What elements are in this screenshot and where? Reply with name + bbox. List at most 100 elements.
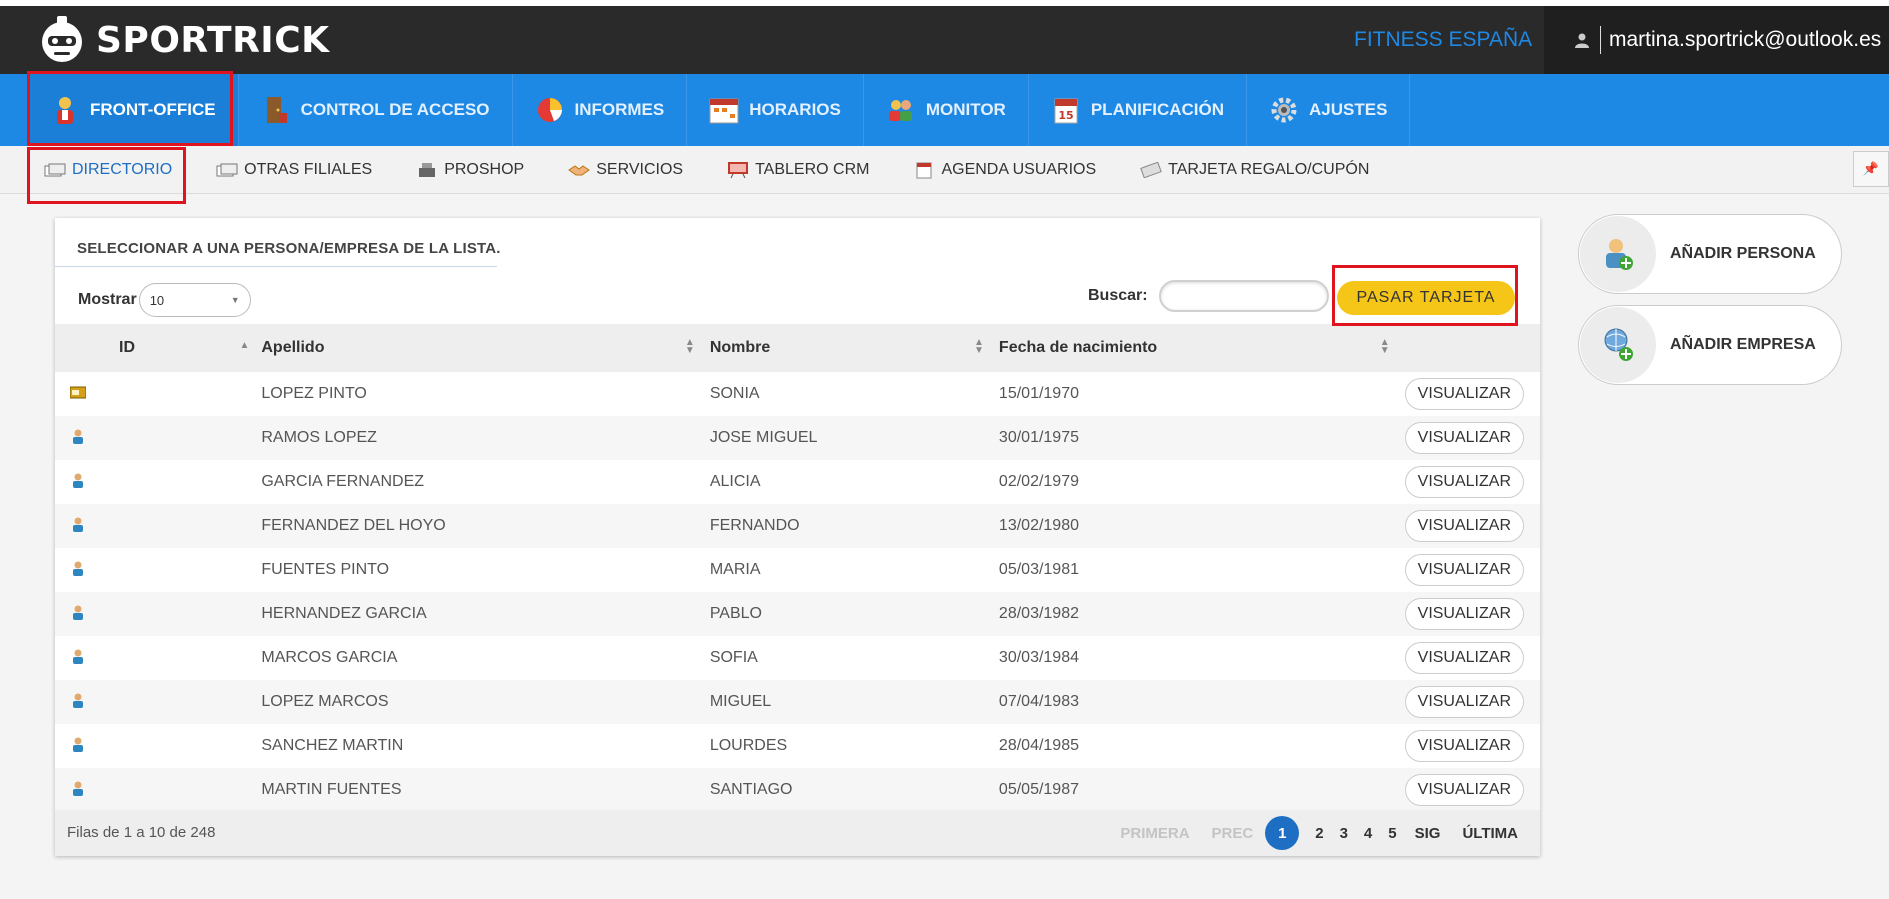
cell-actions: VISUALIZAR: [1404, 372, 1540, 416]
sub-nav: DIRECTORIO OTRAS FILIALES PROSHOP SERVIC…: [0, 146, 1889, 194]
cell-actions: VISUALIZAR: [1404, 548, 1540, 592]
view-button[interactable]: VISUALIZAR: [1404, 598, 1524, 630]
cell-actions: VISUALIZAR: [1404, 504, 1540, 548]
cell-nombre: SONIA: [709, 385, 760, 402]
nav-ajustes[interactable]: AJUSTES: [1247, 74, 1411, 146]
cell-apellido: LOPEZ PINTO: [261, 385, 367, 402]
chevron-down-icon: ▼: [230, 295, 240, 305]
cell-apellido: FUENTES PINTO: [261, 561, 390, 578]
subnav-tablero-crm[interactable]: TABLERO CRM: [727, 161, 869, 179]
table-row[interactable]: RAMOS LOPEZ JOSE MIGUEL 30/01/1975 VISUALIZ…: [55, 416, 1540, 460]
add-company-button[interactable]: AÑADIR EMPRESA: [1578, 305, 1842, 385]
view-button[interactable]: VISUALIZAR: [1404, 686, 1524, 718]
brand-name: SPORTRICK: [96, 19, 330, 61]
person-icon: [70, 517, 86, 536]
subnav-directorio[interactable]: DIRECTORIO: [44, 161, 172, 179]
page-prev[interactable]: PREC: [1212, 825, 1254, 842]
door-access-icon: [261, 94, 291, 126]
page-last[interactable]: ÚLTIMA: [1462, 825, 1518, 842]
table-row[interactable]: MARCOS GARCIA SOFIA 30/03/1984 VISUALIZAR: [55, 636, 1540, 680]
cell-nombre: SANTIAGO: [709, 781, 793, 798]
add-person-button[interactable]: AÑADIR PERSONA: [1578, 214, 1842, 294]
page-next[interactable]: SIG: [1415, 825, 1441, 842]
page-5[interactable]: 5: [1388, 825, 1396, 842]
cell-nombre: JOSE MIGUEL: [709, 429, 818, 446]
nav-informes[interactable]: INFORMES: [513, 74, 688, 146]
cell-fecha: 07/04/1983: [998, 693, 1079, 710]
column-header-apellido[interactable]: Apellido ▲ ▼: [261, 324, 709, 372]
table-row[interactable]: FERNANDEZ DEL HOYO FERNANDO 13/02/1980 VISU…: [55, 504, 1540, 548]
subnav-proshop[interactable]: PROSHOP: [416, 161, 524, 179]
receptionist-icon: [50, 94, 80, 126]
directory-panel: SELECCIONAR A UNA PERSONA/EMPRESA DE LA …: [55, 218, 1540, 856]
page-3[interactable]: 3: [1340, 825, 1348, 842]
column-header-nombre[interactable]: Nombre ▲ ▼: [710, 324, 999, 372]
table-row[interactable]: LOPEZ PINTO SONIA 15/01/1970 VISUALIZAR: [55, 372, 1540, 416]
view-button[interactable]: VISUALIZAR: [1404, 378, 1524, 410]
page-4[interactable]: 4: [1364, 825, 1372, 842]
person-icon: [70, 429, 86, 448]
nav-planificacion[interactable]: 15 PLANIFICACIÓN: [1029, 74, 1248, 146]
page-1[interactable]: 1: [1265, 816, 1300, 850]
sort-icon: ▲ ▼: [1379, 337, 1390, 356]
table-row[interactable]: GARCIA FERNANDEZ ALICIA 02/02/1979 VISUALIZ…: [55, 460, 1540, 504]
cards-icon: [216, 161, 238, 179]
page-size-select[interactable]: 10 ▼: [138, 283, 251, 317]
company-name[interactable]: FITNESS ESPAÑA: [1354, 6, 1532, 74]
table-header-row: ID ▲ Apellido ▲ ▼ Nombre ▲ ▼ Fecha de naci…: [55, 324, 1540, 372]
user-menu[interactable]: martina.sportrick@outlook.es: [1544, 6, 1889, 74]
nav-control-de-acceso[interactable]: CONTROL DE ACCESO: [239, 74, 513, 146]
view-button[interactable]: VISUALIZAR: [1404, 774, 1524, 806]
person-icon: [70, 737, 86, 756]
subnav-tarjeta-regalo[interactable]: TARJETA REGALO/CUPÓN: [1140, 161, 1369, 179]
table-row[interactable]: FUENTES PINTO MARIA 05/03/1981 VISUALIZAR: [55, 548, 1540, 592]
panel-title: SELECCIONAR A UNA PERSONA/EMPRESA DE LA …: [77, 240, 501, 257]
subnav-servicios[interactable]: SERVICIOS: [568, 161, 683, 179]
pin-button[interactable]: 📌: [1853, 151, 1889, 187]
view-button[interactable]: VISUALIZAR: [1404, 466, 1524, 498]
column-header-id[interactable]: ID ▲: [55, 324, 261, 372]
brand-logo[interactable]: SPORTRICK: [36, 14, 330, 66]
person-icon: [70, 649, 86, 668]
gear-icon: [1269, 94, 1299, 126]
view-button[interactable]: VISUALIZAR: [1404, 554, 1524, 586]
add-company-icon: [1580, 307, 1656, 383]
cell-fecha: 28/04/1985: [998, 737, 1079, 754]
view-button[interactable]: VISUALIZAR: [1404, 730, 1524, 762]
page-2[interactable]: 2: [1315, 825, 1323, 842]
table-row[interactable]: HERNANDEZ GARCIA PABLO 28/03/1982 VISUALIZA…: [55, 592, 1540, 636]
table-row[interactable]: SANCHEZ MARTIN LOURDES 28/04/1985 VISUALIZA…: [55, 724, 1540, 768]
cell-actions: VISUALIZAR: [1404, 460, 1540, 504]
view-button[interactable]: VISUALIZAR: [1404, 510, 1524, 542]
gift-card-icon: [1140, 161, 1162, 179]
person-icon: [70, 605, 86, 624]
sort-asc-icon: ▲: [239, 340, 250, 351]
search-input[interactable]: [1158, 280, 1329, 312]
cell-apellido: GARCIA FERNANDEZ: [261, 473, 425, 490]
subnav-agenda-usuarios[interactable]: AGENDA USUARIOS: [913, 161, 1096, 179]
cell-apellido: HERNANDEZ GARCIA: [261, 605, 427, 622]
nav-horarios[interactable]: HORARIOS: [687, 74, 864, 146]
view-button[interactable]: VISUALIZAR: [1404, 422, 1524, 454]
swipe-card-button[interactable]: PASAR TARJETA: [1337, 281, 1515, 315]
table-row[interactable]: MARTIN FUENTES SANTIAGO 05/05/1987 VISUALIZ…: [55, 768, 1540, 812]
nav-front-office[interactable]: FRONT-OFFICE: [28, 74, 239, 146]
cell-nombre: MARIA: [709, 561, 761, 578]
calendar-15-icon: 15: [1051, 94, 1081, 126]
cell-apellido: MARTIN FUENTES: [261, 781, 402, 798]
cell-nombre: SOFIA: [709, 649, 758, 666]
subnav-otras-filiales[interactable]: OTRAS FILIALES: [216, 161, 372, 179]
main-nav: FRONT-OFFICE CONTROL DE ACCESO INFORMES …: [0, 74, 1889, 146]
handshake-icon: [568, 161, 591, 179]
view-button[interactable]: VISUALIZAR: [1404, 642, 1524, 674]
cell-actions: VISUALIZAR: [1404, 416, 1540, 460]
page-first[interactable]: PRIMERA: [1120, 825, 1189, 842]
table-row[interactable]: LOPEZ MARCOS MIGUEL 07/04/1983 VISUALIZAR: [55, 680, 1540, 724]
nav-monitor[interactable]: MONITOR: [864, 74, 1029, 146]
cell-actions: VISUALIZAR: [1404, 724, 1540, 768]
cell-fecha: 05/05/1987: [998, 781, 1079, 798]
pie-chart-icon: [535, 94, 565, 126]
column-header-fecha[interactable]: Fecha de nacimiento ▲ ▼: [999, 324, 1405, 372]
page-size-control: Mostrar 10 ▼: [78, 283, 251, 317]
user-icon: [1575, 33, 1589, 48]
